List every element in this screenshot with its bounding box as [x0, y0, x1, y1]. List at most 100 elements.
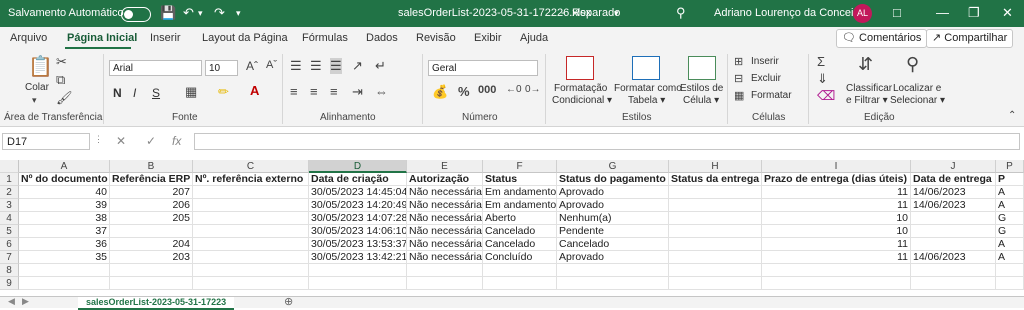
table-cell[interactable]: 203 — [110, 251, 193, 264]
table-cell[interactable]: 205 — [110, 212, 193, 225]
column-header-j[interactable]: J — [911, 160, 996, 173]
table-cell[interactable] — [483, 277, 557, 290]
name-box[interactable]: D17 — [2, 133, 90, 150]
select-all-corner[interactable] — [0, 160, 19, 173]
worksheet-grid[interactable]: A B C D E F G H I J P 1 Nº do documento Referência ER… — [0, 160, 1024, 298]
table-cell[interactable]: 207 — [110, 186, 193, 199]
comma-style-icon[interactable]: 000 — [478, 84, 496, 96]
header-cell[interactable]: Status — [483, 173, 557, 186]
redo-icon[interactable]: ↷ — [214, 5, 225, 21]
insert-function-icon[interactable]: fx — [172, 134, 181, 148]
table-cell[interactable]: G — [996, 212, 1024, 225]
table-cell[interactable]: 39 — [19, 199, 110, 212]
paste-dropdown-icon[interactable]: ▾ — [32, 95, 37, 106]
conditional-formatting-label-1[interactable]: Formatação — [554, 83, 607, 94]
table-cell[interactable]: 35 — [19, 251, 110, 264]
table-cell[interactable] — [762, 264, 911, 277]
table-cell[interactable]: 11 — [762, 199, 911, 212]
table-cell[interactable] — [110, 264, 193, 277]
table-cell[interactable] — [911, 277, 996, 290]
find-icon[interactable]: ⚲ — [906, 54, 919, 75]
table-cell[interactable] — [762, 277, 911, 290]
header-cell[interactable]: Data de entrega — [911, 173, 996, 186]
table-cell[interactable]: Em andamento — [483, 199, 557, 212]
name-box-dropdown-icon[interactable]: ⋮ — [94, 134, 103, 145]
sort-filter-label-1[interactable]: Classificar — [846, 83, 892, 94]
table-cell[interactable]: 38 — [19, 212, 110, 225]
table-cell[interactable]: 30/05/2023 13:53:37 — [309, 238, 407, 251]
column-header-p[interactable]: P — [996, 160, 1024, 173]
tab-inserir[interactable]: Inserir — [150, 32, 181, 44]
table-cell[interactable]: 37 — [19, 225, 110, 238]
header-cell[interactable]: Status da entrega — [669, 173, 762, 186]
table-cell[interactable] — [669, 264, 762, 277]
autosave-toggle[interactable] — [121, 7, 151, 22]
number-format-select[interactable]: Geral — [428, 60, 538, 76]
table-cell[interactable]: Aprovado — [557, 251, 669, 264]
table-cell[interactable]: 14/06/2023 — [911, 199, 996, 212]
insert-cells-icon[interactable]: ⊞ — [734, 55, 743, 68]
table-cell[interactable] — [110, 277, 193, 290]
table-cell[interactable]: 30/05/2023 14:20:49 — [309, 199, 407, 212]
format-label[interactable]: Formatar — [751, 90, 792, 101]
table-cell[interactable] — [911, 238, 996, 251]
row-header[interactable]: 9 — [0, 277, 19, 290]
find-select-label-1[interactable]: Localizar e — [893, 83, 941, 94]
column-header-f[interactable]: F — [483, 160, 557, 173]
table-cell[interactable] — [557, 277, 669, 290]
table-cell[interactable]: A — [996, 186, 1024, 199]
align-right-icon[interactable]: ≡ — [330, 84, 338, 99]
table-cell[interactable] — [193, 264, 309, 277]
header-cell[interactable]: Nº do documento — [19, 173, 110, 186]
previous-sheet-icon[interactable]: ◀ — [8, 296, 15, 307]
table-cell[interactable]: 30/05/2023 14:45:04 — [309, 186, 407, 199]
table-cell[interactable]: Não necessária — [407, 225, 483, 238]
column-header-d[interactable]: D — [309, 160, 407, 173]
insert-label[interactable]: Inserir — [751, 56, 779, 67]
decrease-font-icon[interactable]: Aˇ — [266, 59, 277, 71]
bold-button[interactable]: N — [113, 86, 122, 100]
restore-icon[interactable]: ❐ — [968, 5, 980, 21]
table-cell[interactable] — [911, 264, 996, 277]
table-cell[interactable] — [669, 251, 762, 264]
percent-icon[interactable]: % — [458, 84, 470, 99]
table-cell[interactable] — [669, 277, 762, 290]
table-cell[interactable]: 10 — [762, 225, 911, 238]
table-cell[interactable] — [911, 225, 996, 238]
align-left-icon[interactable]: ≡ — [290, 84, 298, 99]
table-cell[interactable]: A — [996, 251, 1024, 264]
paste-label[interactable]: Colar — [25, 82, 49, 93]
italic-button[interactable]: I — [133, 86, 136, 100]
row-header[interactable]: 4 — [0, 212, 19, 225]
table-cell[interactable] — [193, 186, 309, 199]
header-cell[interactable]: Data de criação — [309, 173, 407, 186]
align-top-icon[interactable]: ☰ — [290, 58, 302, 74]
table-cell[interactable] — [996, 277, 1024, 290]
table-cell[interactable] — [309, 264, 407, 277]
column-header-h[interactable]: H — [669, 160, 762, 173]
copy-icon[interactable]: ⧉ — [56, 72, 65, 88]
comments-button[interactable]: 🗨 Comentários — [836, 29, 928, 48]
delete-label[interactable]: Excluir — [751, 73, 781, 84]
table-cell[interactable]: Não necessária — [407, 238, 483, 251]
table-cell[interactable]: Nenhum(a) — [557, 212, 669, 225]
search-icon[interactable]: ⚲ — [676, 5, 686, 21]
cut-icon[interactable]: ✂ — [56, 54, 67, 70]
table-cell[interactable] — [669, 186, 762, 199]
conditional-formatting-icon[interactable] — [566, 56, 594, 80]
table-cell[interactable]: 10 — [762, 212, 911, 225]
undo-dropdown-icon[interactable]: ▾ — [198, 8, 203, 19]
table-cell[interactable]: 30/05/2023 14:06:10 — [309, 225, 407, 238]
sheet-tab[interactable]: salesOrderList-2023-05-31-17223 — [78, 297, 235, 310]
conditional-formatting-label-2[interactable]: Condicional ▾ — [552, 95, 612, 106]
table-cell[interactable]: Não necessária — [407, 199, 483, 212]
table-cell[interactable] — [309, 277, 407, 290]
column-header-a[interactable]: A — [19, 160, 110, 173]
tab-exibir[interactable]: Exibir — [474, 32, 502, 44]
table-cell[interactable]: 11 — [762, 186, 911, 199]
table-cell[interactable] — [193, 238, 309, 251]
indent-icon[interactable]: ⇥ — [352, 84, 363, 100]
table-cell[interactable]: 204 — [110, 238, 193, 251]
orientation-icon[interactable]: ↗ — [352, 58, 363, 74]
font-color-icon[interactable]: A — [250, 83, 259, 98]
